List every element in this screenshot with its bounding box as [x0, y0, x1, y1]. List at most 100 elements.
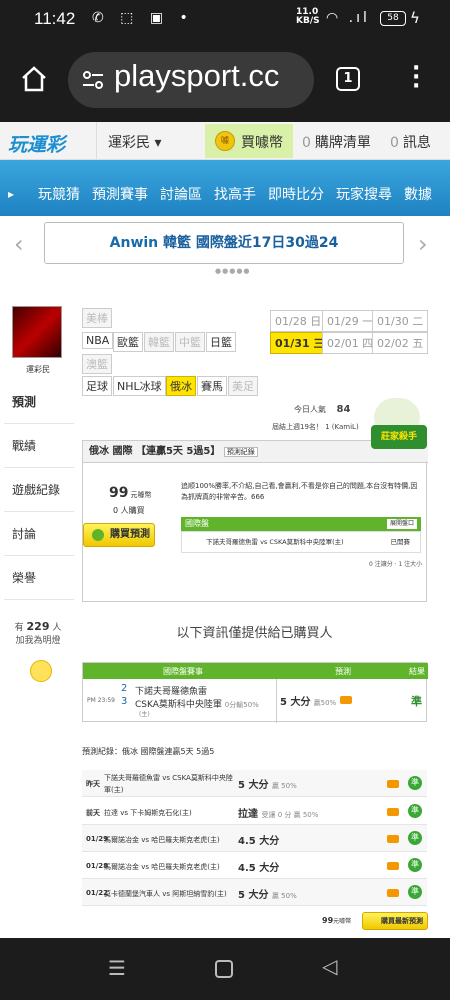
profile-menu: 預測 戰績 遊戲紀錄 討論 榮譽 [4, 380, 74, 600]
result-badge: 準 [408, 804, 422, 818]
banner-text: 韓籃 國際盤近17日30過24 [163, 235, 339, 251]
team-away: 下諾夫哥羅德魚雷 [135, 687, 208, 697]
system-nav-bar: ☰ ◁ [0, 938, 450, 1000]
price: 99 元噱幣 [109, 485, 152, 501]
date-0131[interactable]: 01/31 三 [270, 332, 330, 354]
hot-icon [340, 696, 352, 704]
date-0130[interactable]: 01/30 二 [372, 310, 429, 332]
sport-cn-basketball[interactable]: 中籃 [175, 332, 205, 352]
sport-kr-basketball[interactable]: 韓籃 [144, 332, 174, 352]
more-menu-icon[interactable]: · · · [412, 58, 420, 98]
hot-icon [387, 835, 399, 843]
notification-icons: ✆ ⬚ ▣ • [92, 10, 194, 26]
result-badge: 準 [408, 885, 422, 899]
date-0128[interactable]: 01/28 日 [270, 310, 327, 332]
user-menu[interactable]: 運彩民 ▾ [108, 132, 161, 152]
tab-record[interactable]: 戰績 [4, 424, 74, 468]
buyer-count: 0 人購買 [113, 506, 145, 515]
date-0201[interactable]: 02/01 四 [322, 332, 379, 354]
record-price: 99元噱幣 [322, 916, 352, 925]
coin-icon: 噱 [215, 131, 235, 151]
table-header: 國際盤賽事 預測 結果 [83, 663, 428, 679]
record-tag[interactable]: 預測紀錄 [223, 447, 258, 457]
list-item: 昨天 下諾夫哥羅德魚雷 vs CSKA莫斯科中央陸軍(主) 5 大分 贏 50%… [82, 770, 427, 797]
date-0202[interactable]: 02/02 五 [372, 332, 429, 354]
tab-honor[interactable]: 榮譽 [4, 556, 74, 600]
sport-jp-basketball[interactable]: 日籃 [206, 332, 236, 352]
menu-item-guess[interactable]: 玩競猜 [38, 184, 80, 204]
champion-badge: 莊家殺手 [371, 425, 427, 449]
banner-next-icon[interactable]: › [418, 230, 428, 258]
sport-au-basketball[interactable]: 澳籃 [82, 354, 112, 374]
sport-nfl[interactable]: 美足 [228, 376, 258, 396]
tab-switcher-button[interactable]: 1 [336, 67, 360, 91]
avatar[interactable] [12, 306, 62, 358]
cart-link[interactable]: 0 購牌清單 [302, 132, 371, 152]
col-match: 國際盤賽事 [163, 667, 203, 676]
tab-discussion[interactable]: 討論 [4, 512, 74, 556]
buy-coin-button[interactable]: 噱 買噱幣 [205, 124, 293, 158]
tab-game-log[interactable]: 遊戲紀錄 [4, 468, 74, 512]
banner-dots: ●●●●● [215, 267, 251, 275]
menu-item-live-score[interactable]: 即時比分 [268, 184, 324, 204]
divider [276, 679, 277, 723]
signal-icon: ◠ .ıl [326, 10, 370, 26]
tab-predict[interactable]: 預測 [4, 380, 74, 424]
back-icon[interactable]: ◁ [322, 954, 337, 978]
sport-khl[interactable]: 俄冰 [166, 376, 196, 396]
sport-eu-basketball[interactable]: 歐籃 [113, 332, 143, 352]
sport-soccer[interactable]: 足球 [82, 376, 112, 396]
team-home: CSKA莫斯科中央陸軍 0分輸50% [135, 700, 259, 710]
network-speed: 11.0 KB/S [296, 7, 320, 26]
col-pick: 預測 [335, 667, 351, 676]
panel-description: 追顺100%勝率,不介紹,自己看,會贏利,不看是你自己的問題,本台沒有特價,因為… [181, 482, 418, 501]
sport-nba[interactable]: NBA [82, 332, 114, 349]
result-badge: 準 [408, 776, 422, 790]
url-text: playsport.cc [114, 58, 280, 93]
result-badge: 準 [408, 858, 422, 872]
web-page: 玩運彩 運彩民 ▾ 噱 買噱幣 0 購牌清單 0 訊息 ▸ 玩競猜 預測賽事 討論區… [0, 122, 450, 938]
recent-apps-icon[interactable]: ☰ [108, 956, 126, 980]
divider [96, 122, 97, 160]
col-result: 結果 [409, 667, 425, 676]
last-week-rank: 屆結上週19名！ 1 (KamiL) [272, 423, 359, 431]
home-icon[interactable] [20, 66, 48, 92]
record-title: 預測紀錄：俄冰 國際盤連贏5天 5過5 [82, 747, 215, 756]
expand-odds-button[interactable]: 展開盤口 [386, 519, 417, 529]
team-number: 3 [121, 696, 128, 707]
match-time: PM 23:59 [87, 697, 115, 704]
sport-mlb[interactable]: 美棒 [82, 308, 112, 328]
profile-name: 運彩民 [26, 365, 50, 374]
menu-item-player-search[interactable]: 玩家搜尋 [336, 184, 392, 204]
list-item: 01/22 莫卡德蘭堡汽車人 vs 阿斯坦納雪豹(主) 5 大分 贏 50% 準 [82, 879, 427, 906]
prediction-table: 國際盤賽事 預測 結果 PM 23:59 2 3 下諾夫哥羅德魚雷 CSKA莫斯… [82, 662, 428, 723]
menu-item-data[interactable]: 數據 [404, 184, 432, 204]
site-settings-icon[interactable] [82, 70, 104, 90]
menu-item-find-expert[interactable]: 找高手 [214, 184, 256, 204]
sport-nhl[interactable]: NHL冰球 [113, 376, 166, 396]
buy-coin-label: 買噱幣 [241, 135, 283, 151]
banner-prev-icon[interactable]: ‹ [14, 230, 24, 258]
buy-prediction-button[interactable]: 購買預測 [83, 523, 155, 547]
prediction-panel: 俄冰 國際 【連贏5天 5過5】 預測紀錄 莊家殺手 99 元噱幣 0 人購買 購… [82, 425, 428, 602]
sport-horse[interactable]: 賽馬 [197, 376, 227, 396]
messages-link[interactable]: 0 訊息 [390, 132, 431, 152]
menu-item-forum[interactable]: 討論區 [160, 184, 202, 204]
follower-count: 有 229 人 加我為明燈 [14, 620, 62, 646]
menu-arrow-icon: ▸ [8, 187, 15, 201]
home-button-icon[interactable] [215, 960, 233, 978]
hot-icon [387, 862, 399, 870]
url-field[interactable]: playsport.cc [68, 52, 314, 108]
game-status: 已開賽 [390, 538, 411, 546]
game-row: 下諾夫哥羅德魚雷 vs CSKA莫斯科中央陸軍(主) 已開賽 [181, 531, 421, 553]
site-top-nav: 玩運彩 運彩民 ▾ 噱 買噱幣 0 購牌清單 0 訊息 [0, 122, 450, 160]
promo-banner[interactable]: Anwin 韓籃 國際盤近17日30過24 [44, 222, 404, 264]
charging-icon: ϟ [410, 9, 420, 27]
panel-footer: 0 注讓分 · 1 注大小 [369, 561, 423, 568]
battery-icon: 58 [380, 11, 406, 26]
site-logo[interactable]: 玩運彩 [8, 130, 65, 157]
menu-item-predict[interactable]: 預測賽事 [92, 184, 148, 204]
result-cell: 準 [411, 695, 422, 708]
date-0129[interactable]: 01/29 一 [322, 310, 379, 332]
buy-latest-button[interactable]: 購買最新預測 [362, 912, 428, 930]
